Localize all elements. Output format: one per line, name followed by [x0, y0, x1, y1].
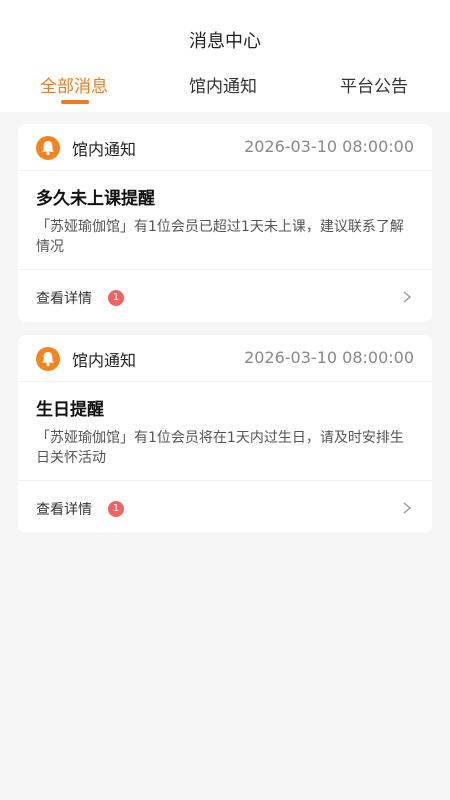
bell-icon — [36, 136, 60, 160]
message-title: 生日提醒 — [36, 400, 104, 420]
view-details-link[interactable]: 查看详情 — [36, 499, 92, 519]
view-details-row[interactable]: 查看详情 1 — [18, 480, 432, 533]
message-body: 「苏娅瑜伽馆」有1位会员已超过1天未上课，建议联系了解情况 — [36, 219, 404, 255]
message-card-header: 馆内通知 2026-03-10 08:00:00 — [18, 124, 432, 171]
message-time: 2026-03-10 08:00:00 — [244, 348, 414, 367]
message-time: 2026-03-10 08:00:00 — [244, 137, 414, 156]
chevron-right-icon — [403, 502, 412, 514]
view-details-link[interactable]: 查看详情 — [36, 288, 92, 308]
message-type: 馆内通知 — [72, 351, 137, 370]
message-card: 馆内通知 2026-03-10 08:00:00 生日提醒 「苏娅瑜伽馆」有1位… — [18, 335, 432, 533]
message-card-header: 馆内通知 2026-03-10 08:00:00 — [18, 335, 432, 382]
page-title: 消息中心 — [189, 31, 261, 52]
unread-badge: 1 — [108, 290, 124, 306]
view-details-row[interactable]: 查看详情 1 — [18, 269, 432, 322]
active-tab-indicator — [61, 100, 89, 104]
tab-venue-notices[interactable]: 馆内通知 — [189, 72, 257, 97]
unread-badge: 1 — [108, 501, 124, 517]
tab-all-messages[interactable]: 全部消息 — [40, 72, 108, 97]
message-title: 多久未上课提醒 — [36, 189, 155, 209]
tab-platform-announcements[interactable]: 平台公告 — [340, 72, 408, 97]
chevron-right-icon — [403, 291, 412, 303]
message-type: 馆内通知 — [72, 140, 137, 159]
message-body: 「苏娅瑜伽馆」有1位会员将在1天内过生日，请及时安排生日关怀活动 — [36, 430, 404, 466]
message-card: 馆内通知 2026-03-10 08:00:00 多久未上课提醒 「苏娅瑜伽馆」… — [18, 124, 432, 322]
bell-icon — [36, 347, 60, 371]
header: 消息中心 全部消息 馆内通知 平台公告 — [0, 0, 450, 112]
tab-bar: 全部消息 馆内通知 平台公告 — [0, 72, 450, 112]
